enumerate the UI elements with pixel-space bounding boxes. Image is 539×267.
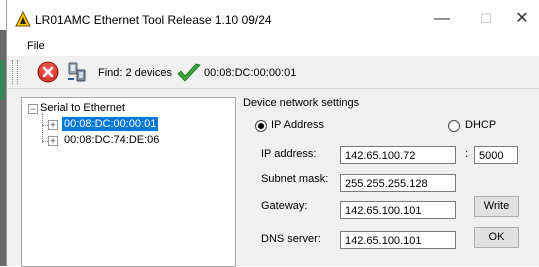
device-network-settings: Device network settings IP Address DHCP … — [237, 97, 537, 265]
ok-button[interactable]: OK — [474, 227, 519, 248]
background-window-accent — [0, 60, 4, 100]
window-title: LR01AMC Ethernet Tool Release 1.10 09/24 — [35, 13, 272, 27]
write-button[interactable]: Write — [474, 196, 519, 217]
minimize-button[interactable]: — — [427, 8, 457, 30]
port-field[interactable]: 5000 — [474, 146, 518, 164]
ip-address-label: IP address: — [261, 148, 317, 160]
group-title: Device network settings — [243, 97, 360, 109]
dns-server-label: DNS server: — [261, 233, 321, 245]
subnet-mask-label: Subnet mask: — [261, 173, 329, 185]
expand-expander-icon[interactable]: + — [48, 136, 58, 146]
title-bar[interactable]: LR01AMC Ethernet Tool Release 1.10 09/24… — [7, 0, 539, 38]
checkmark-icon — [177, 63, 201, 82]
maximize-button[interactable]: ☐ — [471, 8, 501, 30]
device-tree[interactable]: − Serial to Ethernet + 00:08:DC:00:00:01… — [21, 97, 236, 267]
tree-item-device-1[interactable]: 00:08:DC:00:00:01 — [62, 117, 159, 131]
collapse-expander-icon[interactable]: − — [28, 104, 38, 114]
app-window: LR01AMC Ethernet Tool Release 1.10 09/24… — [6, 0, 539, 267]
device-count-label: Find: 2 devices — [98, 67, 172, 79]
radio-ip-address-label[interactable]: IP Address — [271, 119, 324, 131]
menu-file[interactable]: File — [27, 40, 45, 52]
gateway-field[interactable]: 142.65.100.101 — [340, 201, 456, 219]
tree-item-device-2[interactable]: 00:08:DC:74:DE:06 — [62, 133, 161, 147]
stop-icon[interactable] — [37, 61, 59, 83]
radio-dhcp-label[interactable]: DHCP — [465, 119, 496, 131]
port-separator: : — [465, 148, 469, 160]
toolbar-grip[interactable] — [12, 60, 18, 84]
dns-server-field[interactable]: 142.65.100.101 — [340, 231, 456, 249]
subnet-mask-field[interactable]: 255.255.255.128 — [340, 174, 456, 192]
toolbar: Find: 2 devices 00:08:DC:00:00:01 — [7, 56, 539, 89]
expand-expander-icon[interactable]: + — [48, 120, 58, 130]
ip-address-field[interactable]: 142.65.100.72 — [340, 146, 456, 164]
tree-root-label[interactable]: Serial to Ethernet — [40, 102, 125, 114]
radio-ip-address[interactable] — [255, 120, 267, 132]
radio-dhcp[interactable] — [448, 120, 460, 132]
tree-connector — [42, 113, 43, 143]
gateway-label: Gateway: — [261, 200, 308, 212]
network-find-icon[interactable] — [65, 60, 89, 84]
menu-bar: File — [7, 38, 539, 56]
selected-mac-label: 00:08:DC:00:00:01 — [204, 67, 297, 79]
warning-triangle-icon — [15, 11, 31, 27]
close-button[interactable]: ✕ — [507, 8, 537, 30]
